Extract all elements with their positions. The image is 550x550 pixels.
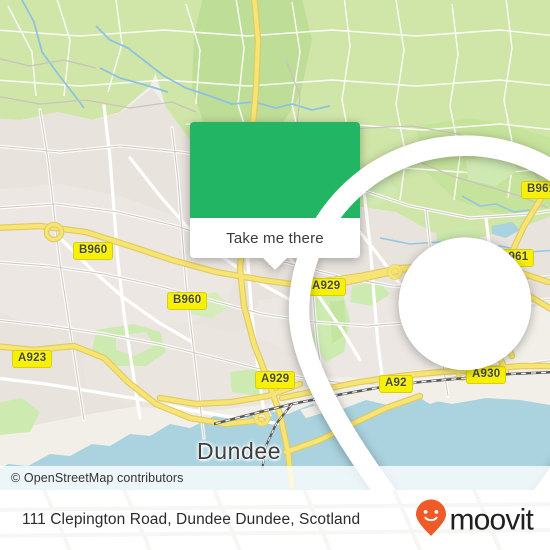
moovit-wordmark: moovit [449, 503, 533, 536]
popup-header [190, 122, 550, 490]
footer-bar: 111 Clepington Road, Dundee Dundee, Scot… [0, 490, 550, 550]
moovit-logo[interactable]: moovit [415, 499, 534, 542]
popup-tail [263, 258, 287, 270]
take-me-there-label: Take me there [226, 229, 324, 247]
popup-footer[interactable]: Take me there [190, 218, 360, 270]
road-shield-a923: A923 [12, 350, 53, 368]
moovit-smiley-pin-icon [415, 499, 447, 542]
road-shield-b960-north: B960 [73, 242, 114, 260]
attribution-bar: © OpenStreetMap contributors [0, 466, 550, 490]
location-popup[interactable]: Take me there [190, 122, 550, 490]
location-title: 111 Clepington Road, Dundee Dundee, Scot… [22, 511, 361, 528]
attribution-text[interactable]: © OpenStreetMap contributors [0, 471, 184, 485]
map-canvas[interactable]: B960 B960 A923 A929 A929 A972 B961 B961 … [0, 0, 550, 490]
map-screenshot: B960 B960 A923 A929 A929 A972 B961 B961 … [0, 0, 550, 550]
